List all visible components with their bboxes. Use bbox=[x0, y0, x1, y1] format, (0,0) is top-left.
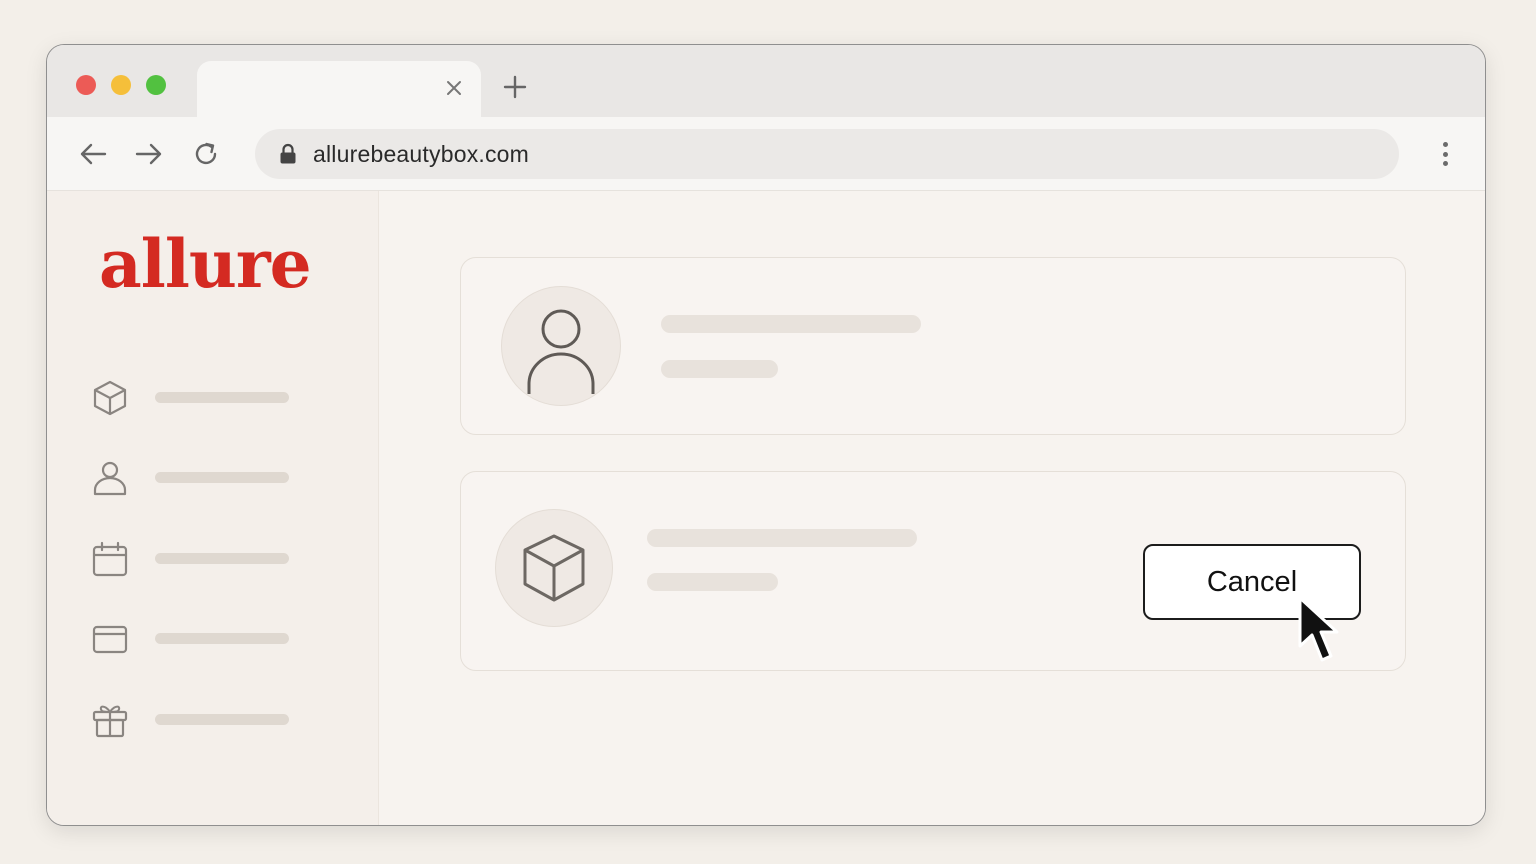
maximize-window-button[interactable] bbox=[146, 75, 166, 95]
credit-card-icon bbox=[92, 625, 128, 654]
url-text: allurebeautybox.com bbox=[313, 140, 530, 167]
sidebar-item-payment[interactable] bbox=[91, 618, 351, 658]
subscription-thumbnail bbox=[495, 509, 613, 627]
mouse-cursor-icon bbox=[1298, 596, 1339, 662]
sidebar-item-gift[interactable] bbox=[91, 699, 351, 739]
profile-name-placeholder bbox=[661, 315, 921, 333]
browser-toolbar: allurebeautybox.com bbox=[47, 117, 1485, 191]
browser-window: allurebeautybox.com allure Cancel bbox=[46, 44, 1486, 826]
subscription-card: Cancel bbox=[460, 471, 1406, 671]
sidebar-item-user[interactable] bbox=[91, 457, 351, 497]
sidebar-item-label-placeholder bbox=[155, 633, 289, 644]
sidebar-item-calendar[interactable] bbox=[91, 538, 351, 578]
gift-icon bbox=[92, 705, 128, 738]
address-bar[interactable]: allurebeautybox.com bbox=[255, 129, 1399, 179]
sidebar-item-label-placeholder bbox=[155, 392, 289, 403]
brand-logo[interactable]: allure bbox=[99, 231, 312, 297]
new-tab-icon[interactable] bbox=[501, 73, 529, 101]
user-icon bbox=[527, 309, 595, 394]
main-content: Cancel bbox=[379, 191, 1485, 825]
sidebar-item-label-placeholder bbox=[155, 553, 289, 564]
back-arrow-icon[interactable] bbox=[78, 139, 108, 169]
box-icon bbox=[93, 380, 127, 416]
profile-detail-placeholder bbox=[661, 360, 778, 378]
lock-icon bbox=[279, 143, 299, 165]
calendar-icon bbox=[92, 541, 128, 577]
tab-bar bbox=[47, 45, 1485, 117]
subscription-title-placeholder bbox=[647, 529, 917, 547]
avatar bbox=[501, 286, 621, 406]
close-window-button[interactable] bbox=[76, 75, 96, 95]
sidebar-item-box[interactable] bbox=[91, 377, 351, 417]
browser-menu-icon[interactable] bbox=[1435, 139, 1455, 169]
minimize-window-button[interactable] bbox=[111, 75, 131, 95]
browser-tab[interactable] bbox=[197, 61, 481, 117]
subscription-detail-placeholder bbox=[647, 573, 778, 591]
profile-card bbox=[460, 257, 1406, 435]
sidebar-item-label-placeholder bbox=[155, 714, 289, 725]
sidebar: allure bbox=[47, 191, 379, 825]
box-icon bbox=[523, 534, 585, 602]
forward-arrow-icon[interactable] bbox=[134, 139, 164, 169]
close-tab-icon[interactable] bbox=[443, 77, 465, 99]
user-icon bbox=[93, 461, 127, 496]
reload-icon[interactable] bbox=[191, 139, 221, 169]
sidebar-item-label-placeholder bbox=[155, 472, 289, 483]
